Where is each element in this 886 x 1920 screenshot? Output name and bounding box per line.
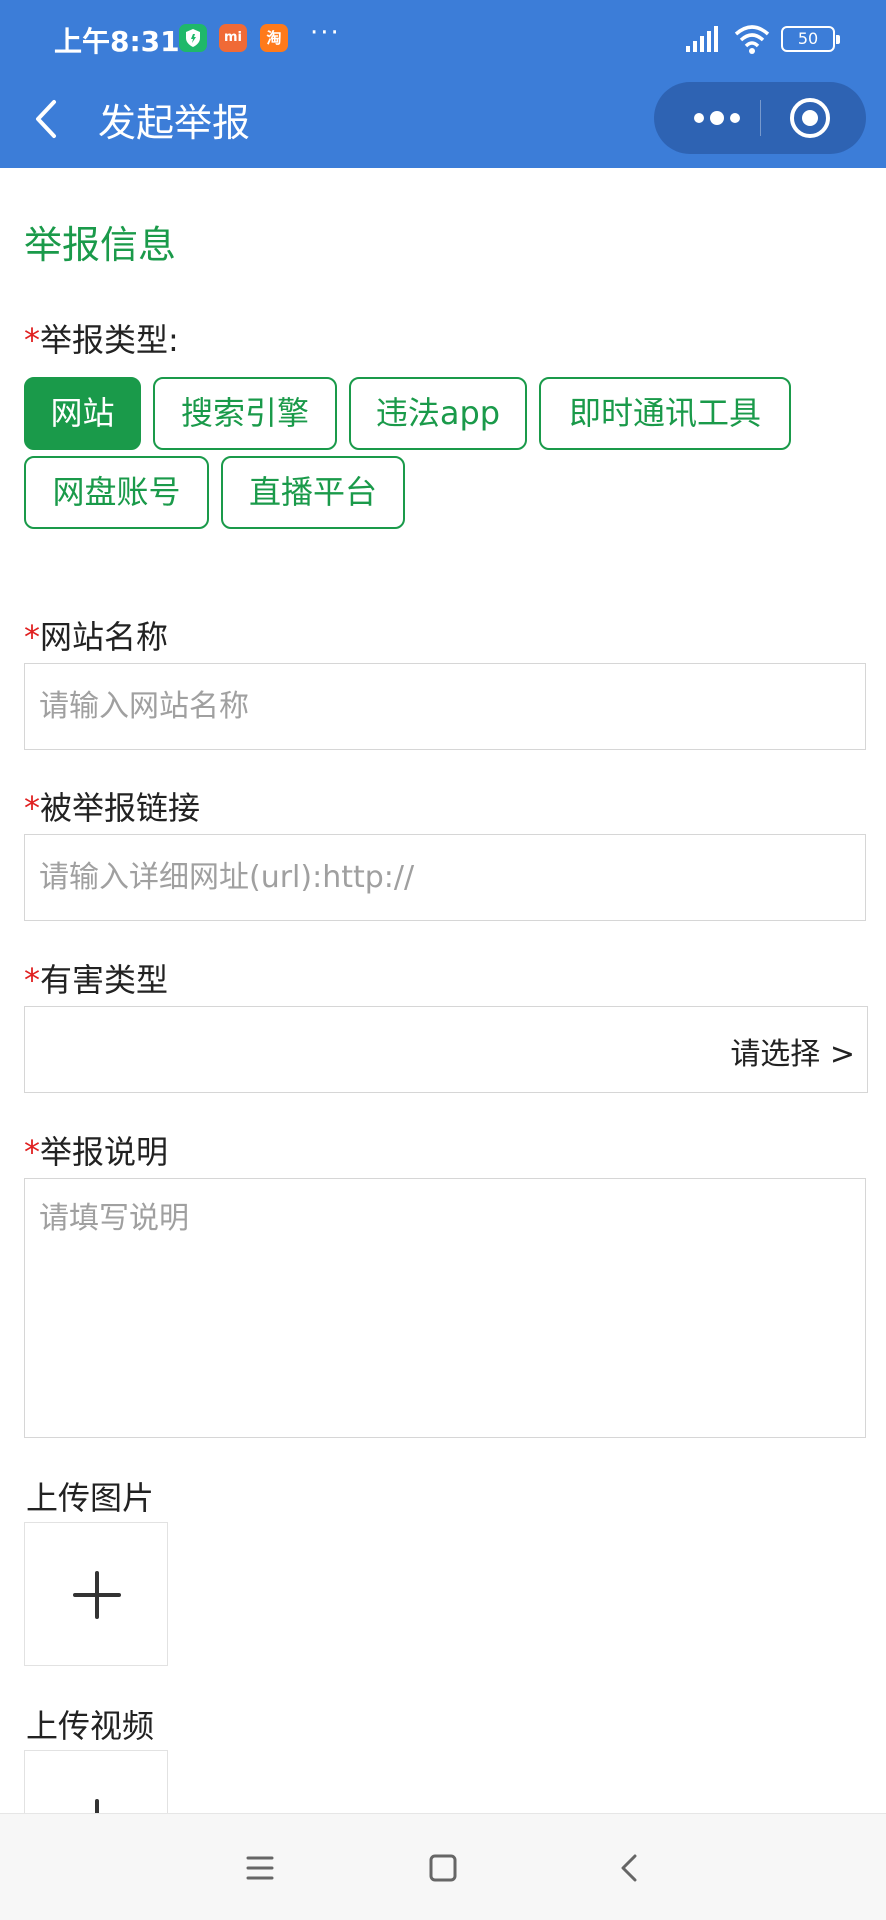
report-type-option-website[interactable]: 网站 — [24, 377, 141, 450]
system-navigation-bar — [0, 1813, 886, 1920]
more-notifications-icon: ··· — [310, 18, 341, 48]
upload-video-button[interactable] — [24, 1750, 168, 1813]
site-name-field — [24, 663, 866, 750]
required-mark: * — [24, 961, 40, 999]
report-type-option-cloud-drive[interactable]: 网盘账号 — [24, 456, 209, 529]
description-label: *举报说明 — [24, 1127, 168, 1173]
report-type-option-live-platform[interactable]: 直播平台 — [221, 456, 405, 529]
section-title: 举报信息 — [24, 223, 177, 267]
home-icon[interactable] — [423, 1848, 463, 1888]
site-name-label-text: 网站名称 — [40, 618, 169, 656]
harm-type-select[interactable]: 请选择 > — [24, 1006, 868, 1093]
taobao-app-icon: 淘 — [260, 24, 288, 52]
report-type-option-search-engine[interactable]: 搜索引擎 — [153, 377, 337, 450]
report-type-option-illegal-app[interactable]: 违法app — [349, 377, 527, 450]
required-mark: * — [24, 1133, 40, 1171]
harm-type-label-text: 有害类型 — [40, 961, 169, 999]
report-type-label-text: 举报类型: — [40, 321, 179, 359]
signal-icon — [686, 26, 718, 52]
upload-video-label: 上传视频 — [26, 1707, 155, 1745]
required-mark: * — [24, 789, 40, 827]
mi-app-icon: mi — [219, 24, 247, 52]
description-textarea[interactable] — [25, 1179, 865, 1437]
description-field — [24, 1178, 866, 1438]
reported-link-label-text: 被举报链接 — [40, 789, 201, 827]
harm-type-label: *有害类型 — [24, 955, 168, 1001]
navigation-bar: 发起举报 — [0, 78, 886, 168]
harm-type-select-text: 请选择 > — [730, 1037, 855, 1072]
status-bar: 上午8:31 mi 淘 ··· 50 — [0, 0, 886, 78]
required-mark: * — [24, 321, 40, 359]
reported-link-field — [24, 834, 866, 921]
back-arrow-icon[interactable] — [28, 94, 68, 144]
reported-link-label: *被举报链接 — [24, 783, 200, 829]
required-mark: * — [24, 618, 40, 656]
plus-icon — [95, 1799, 99, 1813]
mini-program-capsule — [654, 82, 866, 154]
report-type-option-instant-messaging[interactable]: 即时通讯工具 — [539, 377, 791, 450]
menu-icon[interactable] — [240, 1848, 280, 1888]
site-name-label: *网站名称 — [24, 612, 168, 658]
system-back-icon[interactable] — [610, 1848, 650, 1888]
description-label-text: 举报说明 — [40, 1133, 169, 1171]
upload-image-button[interactable] — [24, 1522, 168, 1666]
more-options-icon[interactable] — [682, 82, 752, 154]
capsule-divider — [760, 100, 761, 136]
reported-link-input[interactable] — [25, 835, 865, 920]
close-mini-program-icon[interactable] — [786, 94, 834, 142]
shield-app-icon — [179, 24, 207, 52]
battery-indicator: 50 — [781, 26, 840, 52]
upload-image-label: 上传图片 — [26, 1479, 155, 1517]
status-time: 上午8:31 — [54, 25, 180, 58]
top-bar: 上午8:31 mi 淘 ··· 50 发起举报 — [0, 0, 886, 168]
page-title: 发起举报 — [98, 101, 251, 145]
plus-icon — [73, 1571, 121, 1619]
site-name-input[interactable] — [25, 664, 865, 749]
wifi-icon — [734, 25, 770, 54]
report-type-label: *举报类型: — [24, 315, 179, 361]
